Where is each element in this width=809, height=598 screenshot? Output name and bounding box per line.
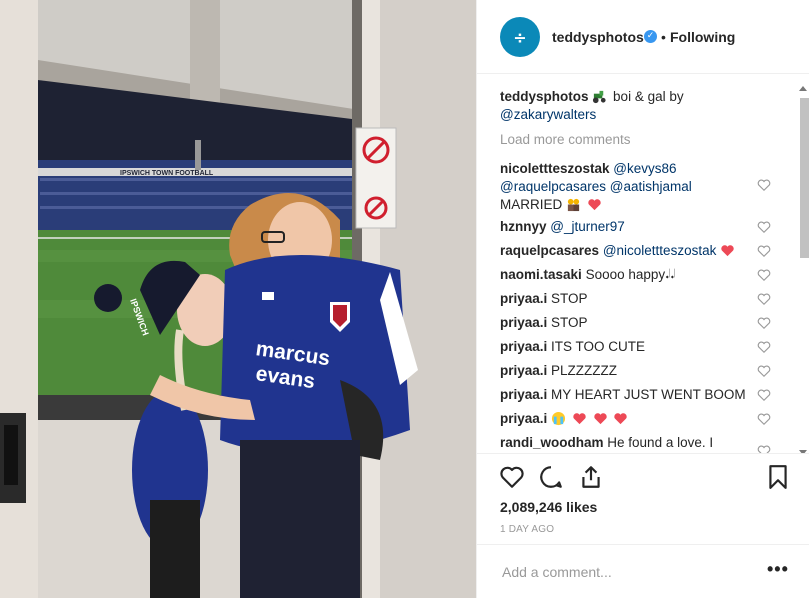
red-heart-emoji-icon — [614, 413, 628, 425]
comment-username[interactable]: nicolettteszostak — [500, 161, 610, 176]
like-comment-heart-icon[interactable] — [757, 340, 771, 354]
stadium-sign: IPSWICH TOWN FOOTBALL — [120, 170, 214, 177]
like-comment-heart-icon[interactable] — [757, 412, 771, 426]
comment-username[interactable]: randi_woodham — [500, 435, 604, 450]
post-panel: ÷ teddysphotos ✓ • Following teddysphoto… — [476, 0, 809, 598]
post-actions — [477, 454, 809, 504]
comment-text: Soooo happy𝆺𝅥𝆺𝅥 — [585, 267, 676, 282]
comment-username[interactable]: priyaa.i — [500, 363, 547, 378]
comment-item: naomi.tasaki Soooo happy𝆺𝅥𝆺𝅥 — [500, 266, 770, 284]
comment-bubble-icon[interactable] — [538, 464, 564, 490]
comment-mention[interactable]: @nicolettteszostak — [603, 243, 717, 258]
comment-username[interactable]: naomi.tasaki — [500, 267, 582, 282]
load-more-comments-link[interactable]: Load more comments — [500, 132, 631, 147]
author-username[interactable]: teddysphotos — [552, 29, 644, 45]
comment-username[interactable]: priyaa.i — [500, 387, 547, 402]
comment-username[interactable]: hznnyy — [500, 219, 547, 234]
comment-item: randi_woodham He found a love. I — [500, 434, 770, 452]
scrollbar-thumb[interactable] — [800, 98, 809, 258]
like-comment-heart-icon[interactable] — [757, 316, 771, 330]
comment-username[interactable]: priyaa.i — [500, 315, 547, 330]
comment-username[interactable]: priyaa.i — [500, 291, 547, 306]
caption: teddysphotos boi & gal by @zakarywalters — [500, 88, 770, 124]
tractor-emoji-icon — [593, 90, 606, 104]
share-upload-icon[interactable] — [578, 464, 604, 490]
red-heart-emoji-icon — [721, 245, 734, 257]
comment-mention[interactable]: @_jturner97 — [550, 219, 625, 234]
crying-face-emoji-icon — [551, 411, 566, 426]
comments-scrollbar[interactable] — [797, 84, 809, 453]
comment-text: MARRIED — [500, 197, 563, 212]
like-comment-heart-icon[interactable] — [757, 178, 771, 192]
comments-list: teddysphotos boi & gal by @zakarywalters… — [477, 74, 809, 454]
comment-item: priyaa.i STOP — [500, 314, 770, 332]
comment-text: He found a love. I — [607, 435, 714, 450]
comment-text: ITS TOO CUTE — [551, 339, 646, 354]
caption-username[interactable]: teddysphotos — [500, 89, 589, 104]
comment-item: priyaa.i MY HEART JUST WENT BOOM — [500, 386, 770, 404]
comment-text: MY HEART JUST WENT BOOM — [551, 387, 746, 402]
red-heart-emoji-icon — [588, 199, 601, 211]
comment-text: STOP — [551, 291, 588, 306]
following-button[interactable]: Following — [670, 29, 735, 45]
comment-mention[interactable]: @kevys86 — [613, 161, 676, 176]
post-header: ÷ teddysphotos ✓ • Following — [477, 0, 809, 74]
red-heart-emoji-icon — [573, 413, 586, 425]
comment-item: priyaa.i STOP — [500, 290, 770, 308]
comment-username[interactable]: priyaa.i — [500, 411, 547, 426]
scroll-up-arrow-icon[interactable] — [799, 86, 807, 91]
like-comment-heart-icon[interactable] — [757, 388, 771, 402]
bookmark-save-icon[interactable] — [765, 464, 791, 490]
comment-item: priyaa.i ITS TOO CUTE — [500, 338, 770, 356]
like-comment-heart-icon[interactable] — [757, 268, 771, 282]
couple-emoji-icon — [567, 198, 580, 212]
photo-illustration: IPSWICH TOWN FOOTBALL IPSWICH marcus eva… — [0, 0, 476, 598]
comment-item: priyaa.i — [500, 410, 770, 428]
like-comment-heart-icon[interactable] — [757, 292, 771, 306]
comment-text: PLZZZZZZ — [551, 363, 618, 378]
comment-text: STOP — [551, 315, 588, 330]
verified-badge-icon: ✓ — [644, 30, 657, 43]
comment-username[interactable]: priyaa.i — [500, 339, 547, 354]
red-heart-emoji-icon — [593, 413, 607, 425]
likes-count[interactable]: 2,089,246 likes — [500, 499, 597, 515]
comment-item: nicolettteszostak @kevys86 @raquelpcasar… — [500, 160, 770, 214]
post-photo[interactable]: IPSWICH TOWN FOOTBALL IPSWICH marcus eva… — [0, 0, 476, 598]
add-comment-bar: ••• — [477, 544, 809, 598]
more-options-icon[interactable]: ••• — [767, 559, 789, 580]
comment-item: priyaa.i PLZZZZZZ — [500, 362, 770, 380]
separator-dot: • — [661, 29, 666, 45]
comment-username[interactable]: raquelpcasares — [500, 243, 599, 258]
add-comment-input[interactable] — [500, 563, 764, 581]
comment-mention[interactable]: @raquelpcasares — [500, 179, 606, 194]
like-comment-heart-icon[interactable] — [757, 444, 771, 454]
caption-text: boi & gal by — [613, 89, 684, 104]
like-comment-heart-icon[interactable] — [757, 244, 771, 258]
like-heart-icon[interactable] — [499, 464, 525, 490]
comment-mention[interactable]: @aatishjamal — [610, 179, 692, 194]
post-timestamp: 1 DAY AGO — [500, 524, 555, 535]
avatar[interactable]: ÷ — [500, 17, 540, 57]
like-comment-heart-icon[interactable] — [757, 220, 771, 234]
divide-icon: ÷ — [513, 27, 527, 47]
caption-mention[interactable]: @zakarywalters — [500, 107, 596, 122]
comment-item: raquelpcasares @nicolettteszostak — [500, 242, 770, 260]
like-comment-heart-icon[interactable] — [757, 364, 771, 378]
comment-item: hznnyy @_jturner97 — [500, 218, 770, 236]
